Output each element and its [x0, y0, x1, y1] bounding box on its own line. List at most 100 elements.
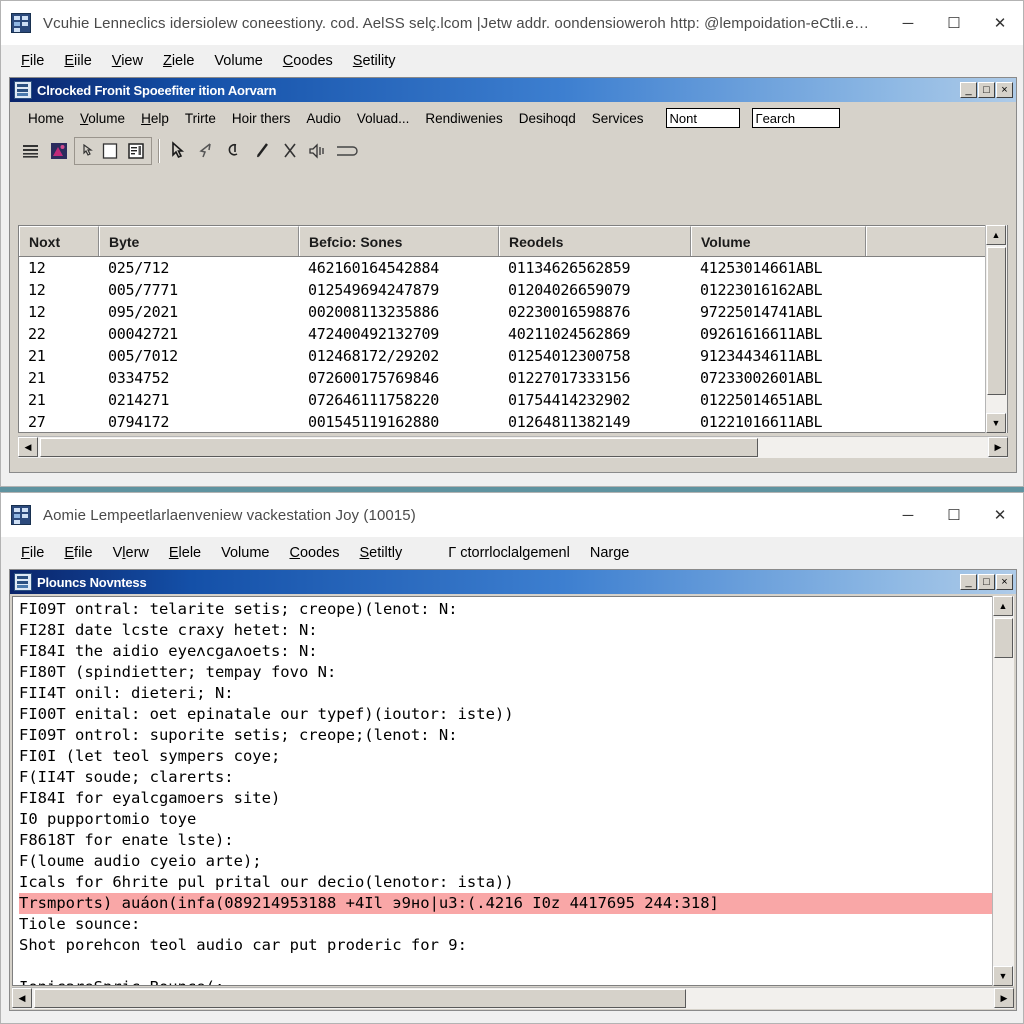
app-menu-audio[interactable]: Audio: [298, 109, 349, 128]
menu-elele[interactable]: Elele: [159, 542, 211, 564]
close-button[interactable]: ✕: [977, 493, 1023, 537]
scroll-right-arrow[interactable]: ▶: [994, 988, 1014, 1008]
grid-column-header[interactable]: Byte: [99, 226, 299, 256]
window-1-titlebar[interactable]: Vcuhie Lenneclics idersiolew coneestiony…: [1, 1, 1023, 45]
mdi-maximize-button[interactable]: □: [978, 574, 995, 590]
image-icon[interactable]: [46, 138, 72, 164]
table-cell: 072646111758220: [308, 391, 439, 409]
cut-icon[interactable]: [277, 138, 303, 164]
vscroll-thumb[interactable]: [987, 247, 1006, 395]
menu-coodes[interactable]: Coodes: [280, 542, 350, 564]
scroll-left-arrow[interactable]: ◀: [12, 988, 32, 1008]
cursor-arrow-icon[interactable]: [165, 138, 191, 164]
report-icon[interactable]: [123, 138, 149, 164]
table-row[interactable]: 21 005/7012 012468172/29202 01254012300758 9…: [19, 345, 1007, 367]
menu-efile[interactable]: Efile: [54, 542, 102, 564]
app-toolbar: [10, 134, 1016, 168]
mdi-child-window-1: Clrocked Fronit Spoeefiter ition Aorvarn…: [9, 77, 1017, 473]
menu-view[interactable]: View: [102, 50, 153, 72]
table-row[interactable]: 22 00042721 472400492132709 40211024562869 0…: [19, 323, 1007, 345]
table-cell: 01254012300758: [508, 347, 631, 365]
vscroll-track[interactable]: [993, 617, 1014, 965]
app-menu-rendiwenies[interactable]: Rendiwenies: [417, 109, 510, 128]
scroll-up-arrow[interactable]: ▲: [993, 596, 1013, 616]
vscroll-thumb[interactable]: [994, 618, 1013, 658]
grid-column-header[interactable]: Noxt: [19, 226, 99, 256]
window-2-menubar: File Efile Vlerw Elele Volume Coodes Set…: [1, 537, 1023, 569]
table-cell: 01225014651ABL: [700, 391, 823, 409]
app-icon: [11, 505, 31, 525]
table-cell: 01221016611ABL: [700, 413, 823, 431]
table-cell: 01264811382149: [508, 413, 631, 431]
grid-column-header[interactable]: Reodels: [499, 226, 691, 256]
font-field[interactable]: Nont: [665, 108, 740, 128]
maximize-button[interactable]: ☐: [931, 1, 977, 45]
minimize-button[interactable]: ─: [885, 493, 931, 537]
lines-icon[interactable]: [18, 138, 44, 164]
table-cell: 01227017333156: [508, 369, 631, 387]
app-menu-trirte[interactable]: Trirte: [177, 109, 224, 128]
app-menu-volume[interactable]: Volume: [72, 109, 133, 128]
menu-coodes[interactable]: Coodes: [273, 50, 343, 72]
grid-column-header[interactable]: Volume: [691, 226, 866, 256]
speaker-icon[interactable]: [305, 138, 331, 164]
window-2-titlebar[interactable]: Aomie Lempeеtlarlaenveniew vackestation …: [1, 493, 1023, 537]
minimize-button[interactable]: ─: [885, 1, 931, 45]
grid-horizontal-scrollbar[interactable]: ◀ ▶: [18, 436, 1008, 458]
scroll-up-arrow[interactable]: ▲: [986, 225, 1006, 245]
app-menu-services[interactable]: Services: [584, 109, 652, 128]
grid-column-header[interactable]: Befcio: Sones: [299, 226, 499, 256]
grid-vertical-scrollbar[interactable]: ▲ ▼: [985, 225, 1007, 433]
menu-ctorrloclalgemenl[interactable]: Γ ctorrloclalgemenl: [438, 542, 580, 564]
ellipse-icon[interactable]: [333, 138, 363, 164]
maximize-button[interactable]: ☐: [931, 493, 977, 537]
undo-icon[interactable]: [221, 138, 247, 164]
menu-setiltly[interactable]: Setiltly: [350, 542, 413, 564]
table-cell: 005/7771: [108, 281, 178, 299]
pointer-small-icon[interactable]: [77, 138, 97, 164]
mdi-child-1-titlebar[interactable]: Clrocked Fronit Spoeefiter ition Aorvarn…: [10, 78, 1016, 102]
menu-ziele[interactable]: Ziele: [153, 50, 204, 72]
scroll-left-arrow[interactable]: ◀: [18, 437, 38, 457]
window-2-controls: ─ ☐ ✕: [885, 493, 1023, 537]
table-row[interactable]: 21 0214271 072646111758220 01754414232902 01…: [19, 389, 1007, 411]
app-menu-help[interactable]: Help: [133, 109, 177, 128]
close-button[interactable]: ✕: [977, 1, 1023, 45]
mdi-child-2-titlebar[interactable]: Plouncs Novntess _ □ ×: [10, 570, 1016, 594]
mdi-close-button[interactable]: ×: [996, 574, 1013, 590]
table-cell: 21: [28, 347, 46, 365]
pencil-icon[interactable]: [249, 138, 275, 164]
table-row[interactable]: 12 005/7771 012549694247879 01204026659079 0…: [19, 279, 1007, 301]
log-horizontal-scrollbar[interactable]: ◀ ▶: [12, 987, 1014, 1009]
table-row[interactable]: 27 0794172 001545119162880 01264811382149 01…: [19, 411, 1007, 432]
table-row[interactable]: 21 0334752 072600175769846 01227017333156 07…: [19, 367, 1007, 389]
app-menu-hoir-thers[interactable]: Hoir thers: [224, 109, 299, 128]
mdi-close-button[interactable]: ×: [996, 82, 1013, 98]
mdi-maximize-button[interactable]: □: [978, 82, 995, 98]
menu-setility[interactable]: Setility: [343, 50, 406, 72]
mdi-minimize-button[interactable]: _: [960, 574, 977, 590]
search-field[interactable]: Гearch: [751, 108, 840, 128]
hscroll-thumb[interactable]: [34, 989, 686, 1008]
table-row[interactable]: 12 095/2021 002008113235886 02230016598876 9…: [19, 301, 1007, 323]
table-cell: 09261616611ABL: [700, 325, 823, 343]
mdi-minimize-button[interactable]: _: [960, 82, 977, 98]
menu-narge[interactable]: Narge: [580, 542, 640, 564]
menu-file[interactable]: File: [11, 542, 54, 564]
menu-volume[interactable]: Volume: [204, 50, 272, 72]
app-menu-desihoqd[interactable]: Desihoqd: [511, 109, 584, 128]
app-menu-voluad[interactable]: Voluad...: [349, 109, 418, 128]
scroll-right-arrow[interactable]: ▶: [988, 437, 1008, 457]
select-arrow-icon[interactable]: [193, 138, 219, 164]
menu-file[interactable]: FFileile: [11, 50, 54, 72]
hscroll-thumb[interactable]: [40, 438, 758, 457]
scroll-down-arrow[interactable]: ▼: [993, 966, 1013, 986]
menu-vlerw[interactable]: Vlerw: [103, 542, 159, 564]
menu-eiile[interactable]: Eiile: [54, 50, 101, 72]
log-vertical-scrollbar[interactable]: ▲ ▼: [992, 596, 1014, 986]
table-row[interactable]: 12 025/712 462160164542884 01134626562859 41…: [19, 257, 1007, 279]
scroll-down-arrow[interactable]: ▼: [986, 413, 1006, 433]
app-menu-home[interactable]: Home: [20, 109, 72, 128]
menu-volume[interactable]: Volume: [211, 542, 279, 564]
blank-page-icon[interactable]: [97, 138, 123, 164]
